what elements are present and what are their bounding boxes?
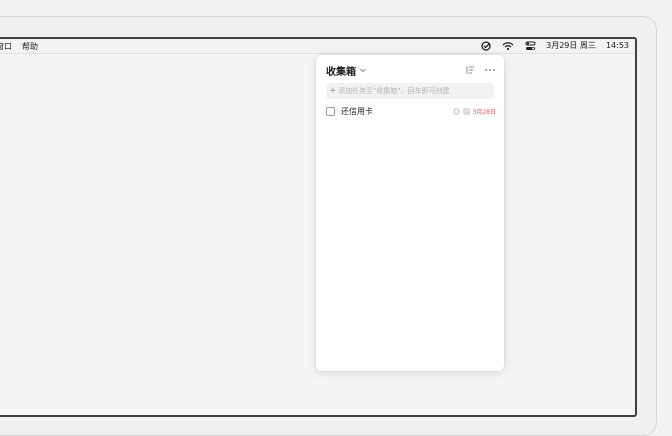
menubar-date[interactable]: 3月29日 周三	[546, 40, 596, 52]
list-title[interactable]: 收集箱	[326, 63, 356, 78]
repeat-icon	[453, 108, 460, 115]
task-due-date: 3月28日	[472, 108, 496, 116]
menubar-time[interactable]: 14:53	[606, 40, 629, 52]
chevron-down-icon[interactable]	[359, 66, 367, 74]
control-center-icon[interactable]	[524, 40, 536, 52]
inbox-popover: 收集箱 + 还信用卡	[316, 55, 504, 371]
task-meta: 3月28日	[453, 107, 496, 116]
wifi-icon[interactable]	[502, 40, 514, 52]
sort-icon[interactable]	[464, 64, 476, 76]
task-checkbox[interactable]	[326, 106, 335, 116]
task-row[interactable]: 还信用卡 3月28日	[326, 105, 496, 117]
plus-icon: +	[329, 86, 337, 96]
note-icon	[463, 108, 470, 115]
task-title[interactable]: 还信用卡	[341, 106, 373, 117]
ticktick-check-icon[interactable]	[480, 40, 492, 52]
menu-bar: 窗口 帮助	[0, 39, 635, 54]
menu-help[interactable]: 帮助	[22, 41, 38, 53]
more-icon[interactable]	[484, 64, 496, 76]
add-task-input[interactable]	[326, 83, 494, 99]
menu-window[interactable]: 窗口	[0, 41, 12, 53]
popover-header: 收集箱	[326, 63, 496, 78]
